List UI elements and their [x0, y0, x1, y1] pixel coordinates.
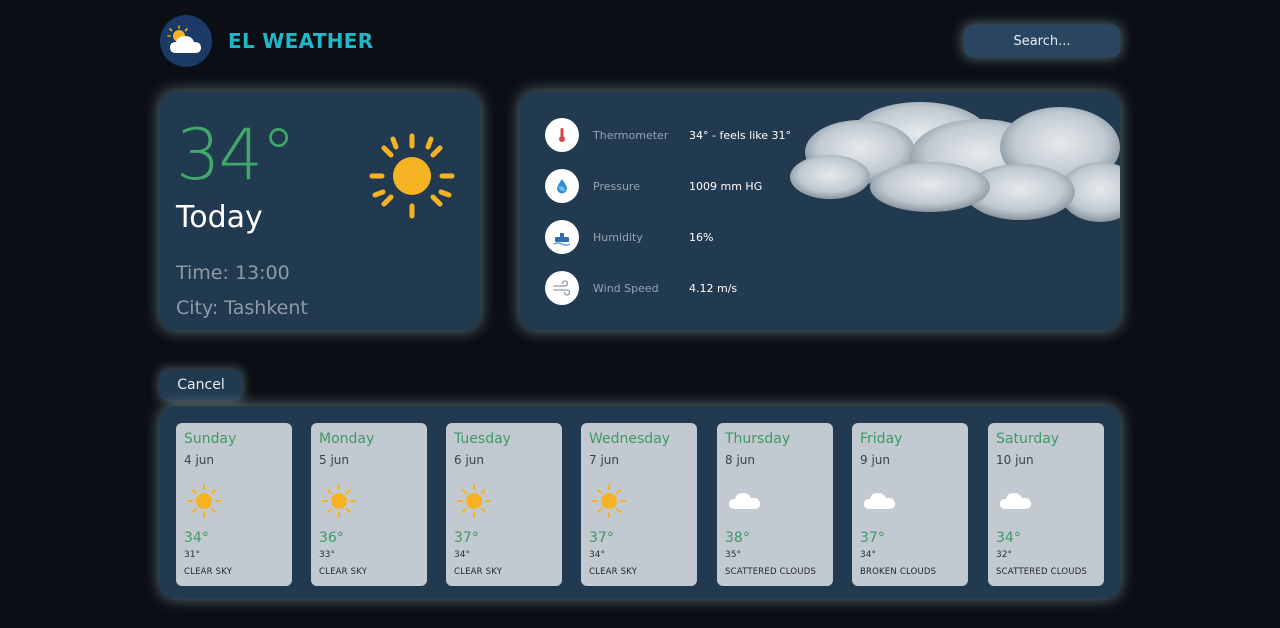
forecast-day-card[interactable]: Thursday 8 jun 38° 35° SCATTERED CLOUDS — [717, 423, 833, 586]
pressure-drop-icon: % — [545, 169, 579, 203]
cloud-icon — [1000, 493, 1031, 509]
humidity-icon — [545, 220, 579, 254]
forecast-date: 7 jun — [589, 453, 619, 467]
forecast-high-temp: 37° — [454, 530, 479, 546]
forecast-day-card[interactable]: Tuesday 6 jun 37° 34° CLEAR SKY — [446, 423, 562, 586]
forecast-day-name: Friday — [860, 431, 903, 447]
forecast-day-name: Tuesday — [454, 431, 511, 447]
forecast-day-card[interactable]: Sunday 4 jun 34° 31° CLEAR SKY — [176, 423, 292, 586]
forecast-day-card[interactable]: Monday 5 jun 36° 33° CLEAR SKY — [311, 423, 427, 586]
forecast-low-temp: 35° — [725, 550, 741, 560]
brand-title: EL WEATHER — [228, 29, 374, 53]
forecast-description: CLEAR SKY — [319, 567, 368, 577]
forecast-date: 10 jun — [996, 453, 1034, 467]
forecast-panel: Sunday 4 jun 34° 31° CLEAR SKY Monday 5 … — [160, 406, 1120, 598]
cloud-icon — [864, 493, 895, 509]
detail-label: Wind Speed — [593, 281, 659, 295]
forecast-description: BROKEN CLOUDS — [860, 567, 937, 577]
forecast-date: 6 jun — [454, 453, 484, 467]
forecast-day-card[interactable]: Friday 9 jun 37° 34° BROKEN CLOUDS — [852, 423, 968, 586]
forecast-high-temp: 37° — [860, 530, 885, 546]
sun-icon — [592, 484, 626, 518]
sun-icon — [187, 484, 221, 518]
logo — [160, 15, 212, 67]
cloud-icon — [729, 493, 760, 509]
forecast-low-temp: 34° — [454, 550, 470, 560]
forecast-day-name: Thursday — [725, 431, 791, 447]
detail-label: Pressure — [593, 179, 640, 193]
cancel-button[interactable]: Cancel — [160, 370, 242, 400]
search-button[interactable]: Search... — [964, 25, 1120, 57]
current-city: City: Tashkent — [176, 297, 308, 319]
forecast-low-temp: 34° — [860, 550, 876, 560]
detail-row-wind: Wind Speed 4.12 m/s — [545, 271, 737, 305]
detail-value: 16% — [689, 230, 714, 244]
forecast-low-temp: 32° — [996, 550, 1012, 560]
detail-row-pressure: % Pressure 1009 mm HG — [545, 169, 762, 203]
current-time: Time: 13:00 — [176, 262, 290, 284]
forecast-high-temp: 36° — [319, 530, 344, 546]
forecast-day-name: Saturday — [996, 431, 1060, 447]
wind-icon — [545, 271, 579, 305]
svg-text:%: % — [559, 186, 565, 193]
detail-label: Humidity — [593, 230, 643, 244]
forecast-date: 4 jun — [184, 453, 214, 467]
header: EL WEATHER Search... — [160, 14, 1120, 68]
forecast-day-name: Wednesday — [589, 431, 671, 447]
forecast-description: SCATTERED CLOUDS — [996, 567, 1088, 577]
forecast-description: CLEAR SKY — [454, 567, 503, 577]
forecast-day-name: Sunday — [184, 431, 237, 447]
forecast-date: 9 jun — [860, 453, 890, 467]
cloud-background-icon — [790, 102, 1120, 222]
detail-value: 34° - feels like 31° — [689, 128, 792, 142]
forecast-day-card[interactable]: Saturday 10 jun 34° 32° SCATTERED CLOUDS — [988, 423, 1104, 586]
forecast-low-temp: 34° — [589, 550, 605, 560]
forecast-date: 8 jun — [725, 453, 755, 467]
weather-details-card: Thermometer 34° - feels like 31° % Press… — [520, 92, 1120, 330]
thermometer-icon — [545, 118, 579, 152]
detail-value: 4.12 m/s — [689, 281, 738, 295]
forecast-description: CLEAR SKY — [589, 567, 638, 577]
current-weather-card: 34° Today Time: 13:00 City: Tashkent — [160, 92, 480, 330]
current-temperature: 34° — [176, 114, 296, 196]
brand: EL WEATHER — [160, 15, 373, 67]
sun-icon — [322, 484, 356, 518]
forecast-high-temp: 37° — [589, 530, 614, 546]
forecast-day-card[interactable]: Wednesday 7 jun 37° 34° CLEAR SKY — [581, 423, 697, 586]
detail-row-thermometer: Thermometer 34° - feels like 31° — [545, 118, 791, 152]
partly-cloudy-logo-icon — [167, 25, 201, 53]
sun-icon — [369, 133, 455, 219]
forecast-high-temp: 34° — [996, 530, 1021, 546]
current-day: Today — [176, 200, 263, 235]
forecast-low-temp: 33° — [319, 550, 335, 560]
forecast-date: 5 jun — [319, 453, 349, 467]
forecast-high-temp: 34° — [184, 530, 209, 546]
forecast-description: SCATTERED CLOUDS — [725, 567, 817, 577]
forecast-low-temp: 31° — [184, 550, 200, 560]
sun-icon — [457, 484, 491, 518]
forecast-description: CLEAR SKY — [184, 567, 233, 577]
forecast-high-temp: 38° — [725, 530, 750, 546]
detail-value: 1009 mm HG — [689, 179, 763, 193]
detail-row-humidity: Humidity 16% — [545, 220, 713, 254]
detail-label: Thermometer — [593, 128, 669, 142]
forecast-day-name: Monday — [319, 431, 375, 447]
